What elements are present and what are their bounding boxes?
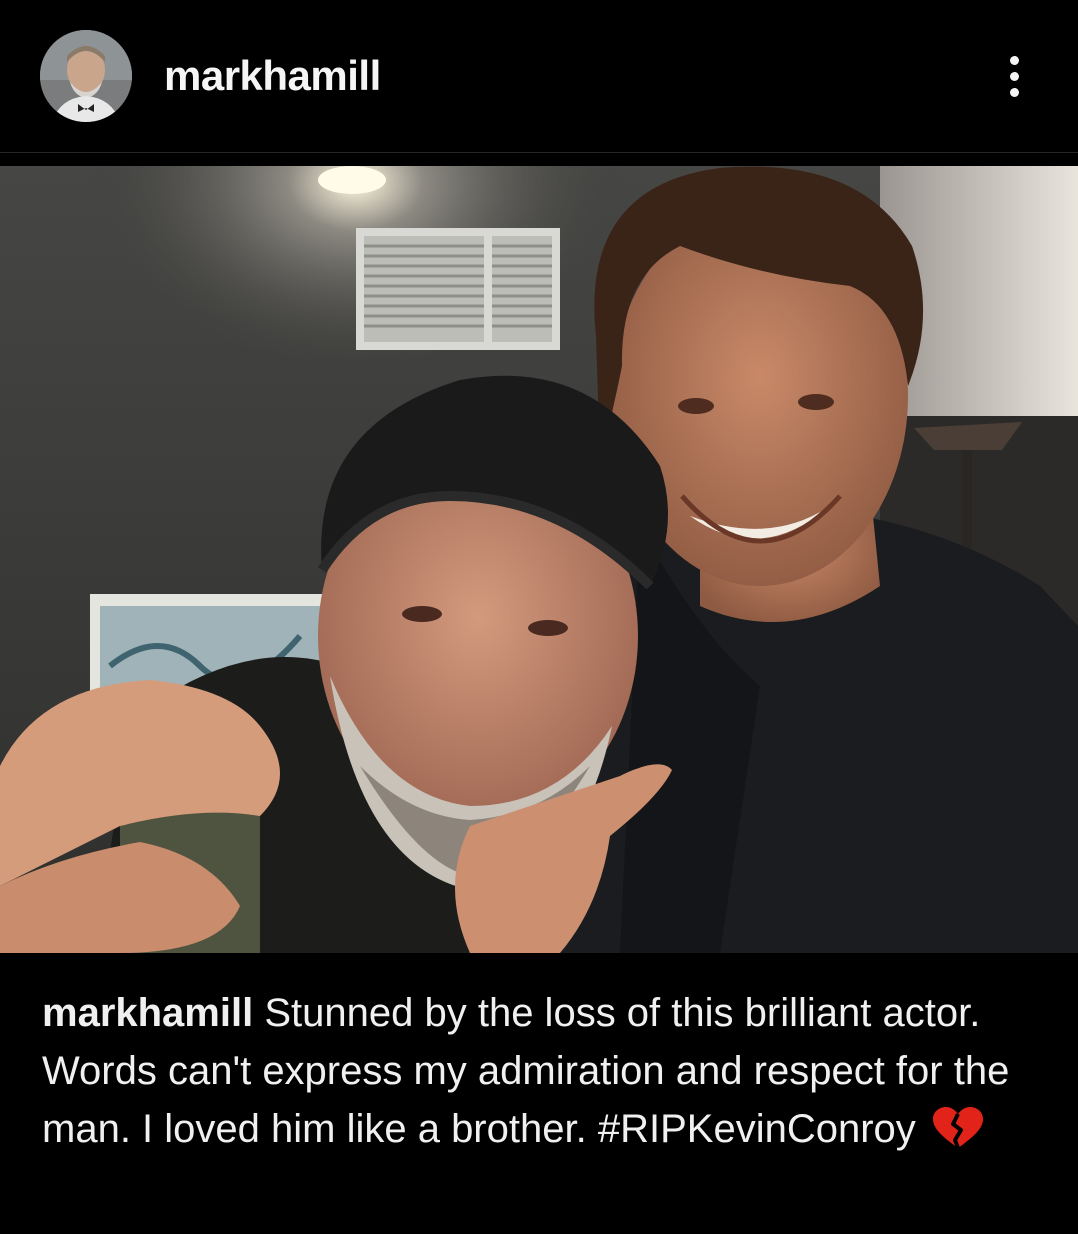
more-dot-icon [1009,71,1019,81]
more-dot-icon [1009,87,1019,97]
header-divider [0,152,1078,153]
post-caption: markhamill Stunned by the loss of this b… [42,984,1042,1158]
more-dot-icon [1009,55,1019,65]
caption-hashtag[interactable]: #RIPKevinConroy [598,1107,916,1151]
avatar[interactable] [40,30,132,122]
broken-heart-icon [931,1106,985,1150]
header-username[interactable]: markhamill [164,48,381,104]
caption-username[interactable]: markhamill [42,991,253,1035]
more-options-button[interactable] [992,46,1036,106]
post-header: markhamill [0,0,1078,152]
post-photo[interactable] [0,166,1078,953]
